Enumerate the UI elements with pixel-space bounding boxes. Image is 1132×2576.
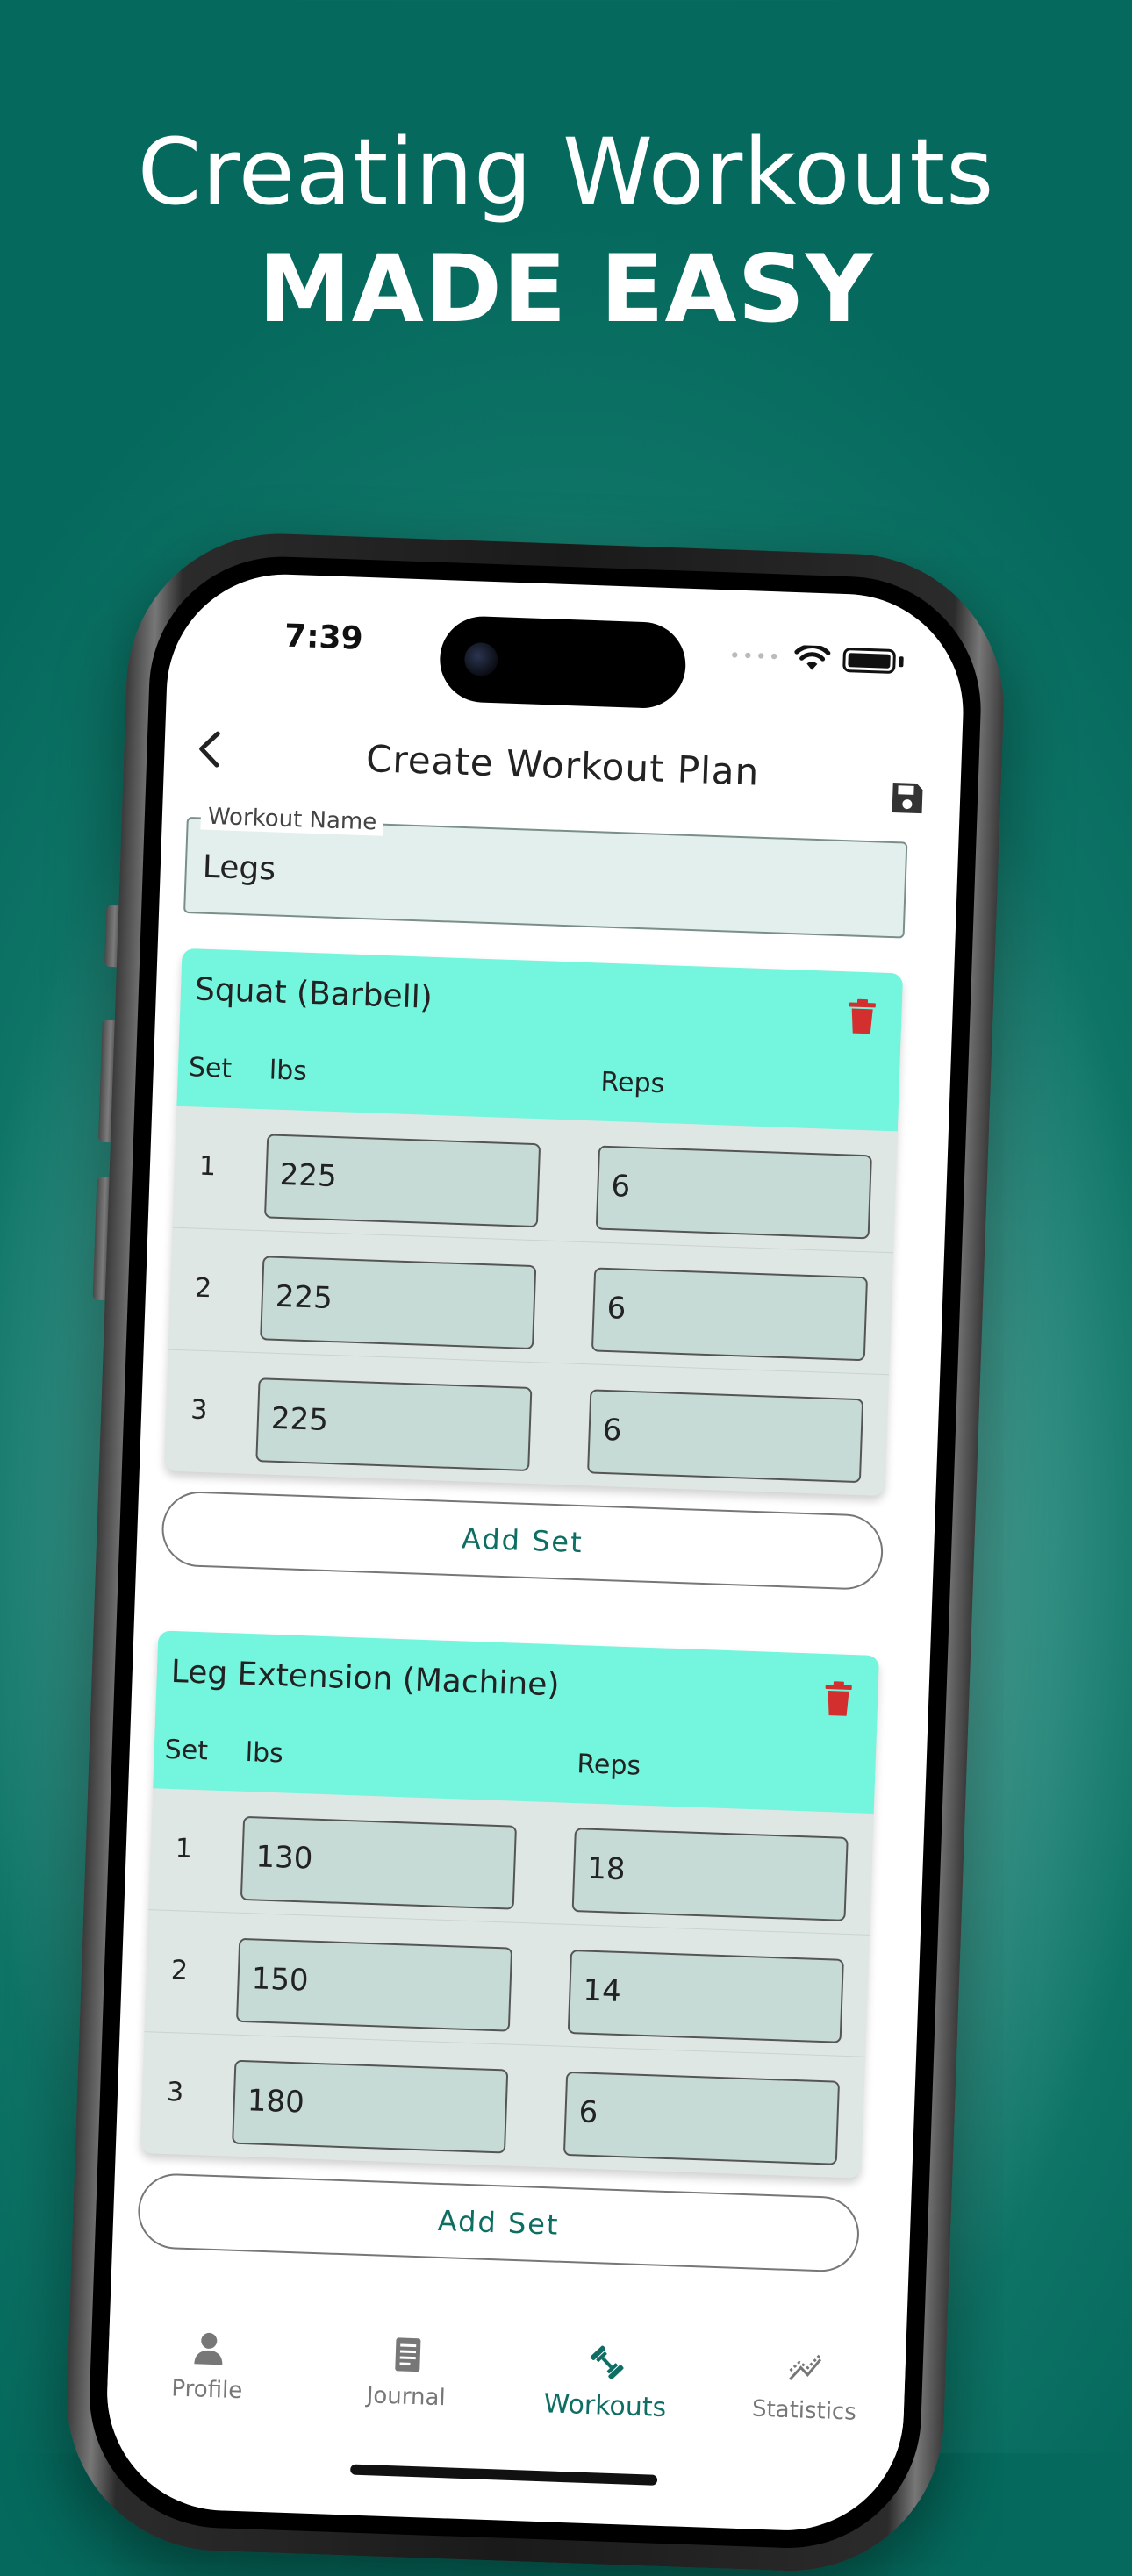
- reps-input[interactable]: 14: [567, 1949, 844, 2043]
- exercise-header: Leg Extension (Machine) Set lbs Reps: [153, 1630, 879, 1814]
- nav-label: Statistics: [751, 2395, 857, 2426]
- exercise-card: Leg Extension (Machine) Set lbs Reps 1 1…: [140, 1630, 879, 2179]
- reps-input[interactable]: 6: [587, 1389, 864, 1484]
- set-row: 3 180 6: [140, 2032, 865, 2179]
- wifi-icon: [794, 644, 831, 670]
- set-number: 3: [190, 1394, 208, 1427]
- home-indicator: [350, 2464, 658, 2486]
- lbs-input[interactable]: 180: [232, 2059, 509, 2154]
- column-header-reps: Reps: [576, 1749, 641, 1782]
- reps-input[interactable]: 18: [571, 1828, 849, 1921]
- reps-input[interactable]: 6: [595, 1145, 872, 1240]
- reps-input[interactable]: 6: [591, 1267, 869, 1362]
- trash-icon[interactable]: [823, 1680, 854, 1718]
- set-number: 1: [198, 1150, 217, 1183]
- exercise-name: Squat (Barbell): [194, 971, 433, 1016]
- column-header-set: Set: [188, 1052, 233, 1084]
- journal-icon: [394, 2337, 420, 2372]
- battery-icon: [842, 647, 897, 675]
- nav-item-journal[interactable]: Journal: [317, 2314, 497, 2443]
- column-header-set: Set: [164, 1734, 209, 1767]
- dynamic-island: [438, 614, 687, 710]
- status-indicators: ••••: [728, 642, 904, 675]
- add-set-button[interactable]: Add Set: [136, 2172, 861, 2273]
- column-header-reps: Reps: [600, 1066, 665, 1100]
- signal-icon: ••••: [728, 644, 783, 669]
- headline-line-2: MADE EASY: [258, 235, 874, 343]
- lbs-input[interactable]: 130: [240, 1815, 517, 1910]
- set-row: 3 225 6: [164, 1350, 889, 1497]
- nav-label: Workouts: [543, 2388, 667, 2424]
- bottom-nav: Profile Journal Workouts Statistics: [105, 2306, 907, 2458]
- set-number: 3: [166, 2077, 184, 2108]
- lbs-input[interactable]: 150: [235, 1937, 513, 2032]
- set-number: 1: [175, 1833, 193, 1864]
- exercise-name: Leg Extension (Machine): [170, 1653, 561, 1704]
- camera-icon: [463, 641, 498, 677]
- column-header-lbs: lbs: [269, 1055, 308, 1087]
- set-number: 2: [170, 1955, 189, 1986]
- nav-item-workouts[interactable]: Workouts: [516, 2321, 696, 2450]
- person-icon: [193, 2332, 222, 2365]
- dumbbell-icon: [590, 2345, 623, 2379]
- lbs-input[interactable]: 225: [255, 1377, 533, 1472]
- nav-label: Journal: [366, 2382, 447, 2412]
- nav-item-statistics[interactable]: Statistics: [715, 2328, 895, 2457]
- nav-label: Profile: [170, 2375, 243, 2405]
- nav-item-profile[interactable]: Profile: [118, 2307, 297, 2436]
- column-header-lbs: lbs: [245, 1736, 284, 1770]
- lbs-input[interactable]: 225: [260, 1256, 537, 1350]
- lbs-input[interactable]: 225: [263, 1134, 541, 1228]
- chart-icon: [788, 2353, 821, 2381]
- workout-name-value: Legs: [202, 848, 276, 888]
- exercise-header: Squat (Barbell) Set lbs Reps: [176, 948, 904, 1132]
- battery-cap: [899, 656, 904, 668]
- workout-name-label: Workout Name: [200, 803, 384, 836]
- exercise-card: Squat (Barbell) Set lbs Reps 1 225 6 2 2…: [163, 948, 904, 1497]
- headline-line-1: Creating Workouts: [137, 118, 995, 225]
- reps-input[interactable]: 6: [562, 2071, 841, 2165]
- trash-icon[interactable]: [847, 998, 878, 1035]
- phone-screen: 7:39 •••• Create Workout Plan Workout Na…: [103, 570, 968, 2535]
- workout-form: Workout Name Legs Squat (Barbell) Set lb…: [136, 803, 925, 2273]
- set-number: 2: [194, 1272, 212, 1305]
- page-title: Create Workout Plan: [365, 737, 761, 794]
- phone-mockup: 7:39 •••• Create Workout Plan Workout Na…: [61, 528, 1009, 2576]
- save-icon[interactable]: [889, 780, 925, 816]
- status-time: 7:39: [283, 618, 364, 657]
